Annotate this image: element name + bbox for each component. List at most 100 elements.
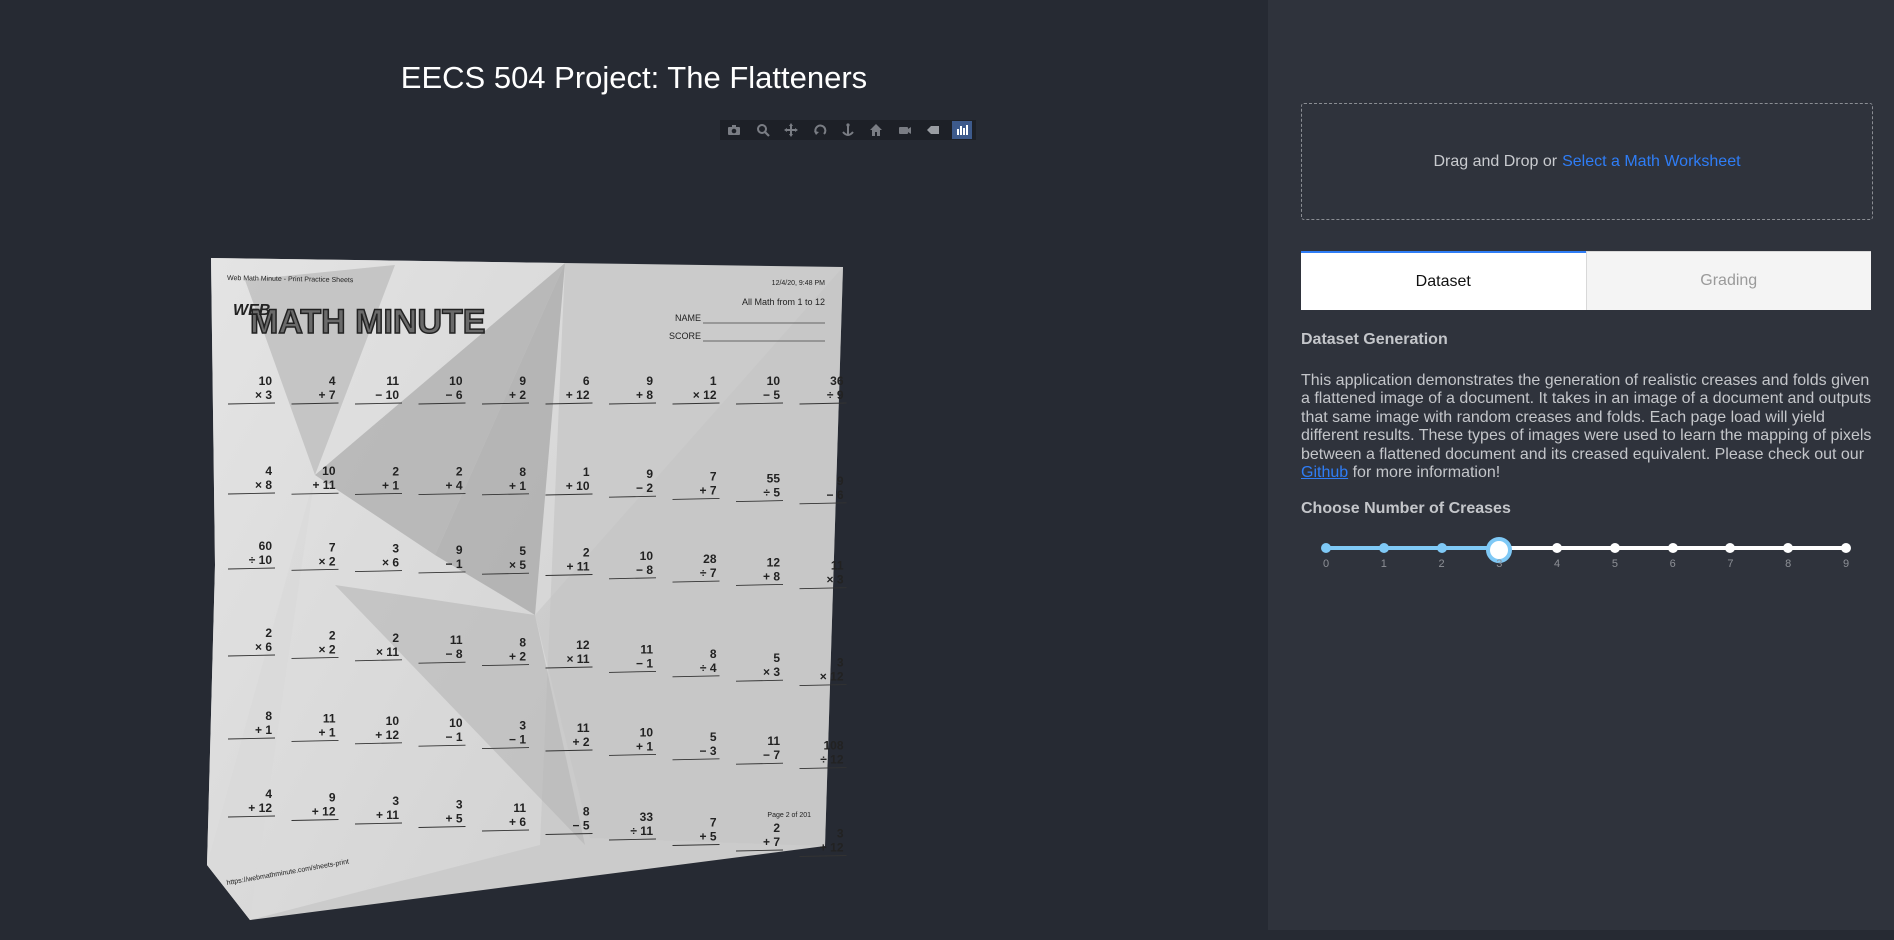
slider-mark-9[interactable]: 9 xyxy=(1843,558,1849,570)
problem-top: 5 xyxy=(773,651,780,665)
problem-top: 9 xyxy=(646,374,653,388)
problem-bottom: ÷ 12 xyxy=(820,753,844,767)
github-link[interactable]: Github xyxy=(1301,464,1348,481)
problem-bottom: − 6 xyxy=(445,388,462,402)
problem-top: 10 xyxy=(449,716,463,730)
slider-mark-2[interactable]: 2 xyxy=(1438,558,1444,570)
orbit-icon[interactable] xyxy=(810,121,830,139)
problem-bottom: + 12 xyxy=(312,805,336,819)
description-text: This application demonstrates the genera… xyxy=(1301,372,1872,463)
problem-bottom: − 5 xyxy=(763,388,780,402)
problem-top: 3 xyxy=(456,798,463,812)
slider-mark-0[interactable]: 0 xyxy=(1323,558,1329,570)
zoom-icon[interactable] xyxy=(753,121,773,139)
problem-bottom: ÷ 10 xyxy=(249,553,273,567)
problem-bottom: + 6 xyxy=(509,815,526,829)
problem-top: 3 xyxy=(392,542,399,556)
slider-mark-8[interactable]: 8 xyxy=(1785,558,1791,570)
creases-slider[interactable]: 0 1 2 3 4 5 6 7 8 9 xyxy=(1321,532,1851,572)
problem-bottom: + 1 xyxy=(255,723,272,737)
problem-bottom: + 8 xyxy=(636,388,653,402)
slider-dot-7[interactable] xyxy=(1725,543,1736,553)
pan-icon[interactable] xyxy=(781,121,801,139)
turntable-icon[interactable] xyxy=(838,121,858,139)
problem-top: 9 xyxy=(837,474,844,488)
slider-dot-5[interactable] xyxy=(1609,543,1620,553)
problem-bottom: + 2 xyxy=(509,388,526,402)
problem-bottom: + 11 xyxy=(566,560,589,574)
problem-bottom: + 1 xyxy=(318,725,335,739)
home-icon[interactable] xyxy=(866,121,886,139)
problem-top: 12 xyxy=(576,638,590,652)
worksheet-logo: MATH MINUTE xyxy=(250,303,485,341)
problem-bottom: − 2 xyxy=(636,481,653,495)
problem-bottom: − 5 xyxy=(572,819,589,833)
problem-bottom: + 4 xyxy=(445,479,462,493)
problem-top: 10 xyxy=(640,549,654,563)
problem-top: 11 xyxy=(386,374,399,388)
problem-bottom: − 1 xyxy=(509,733,526,747)
slider-dot-6[interactable] xyxy=(1667,543,1678,553)
slider-dot-8[interactable] xyxy=(1783,543,1794,553)
slider-dot-0[interactable] xyxy=(1321,543,1331,553)
problem-top: 7 xyxy=(710,469,717,483)
camera-icon[interactable] xyxy=(724,121,744,139)
problem-top: 10 xyxy=(322,464,336,478)
problem-bottom: + 10 xyxy=(566,479,590,493)
description-tail: for more information! xyxy=(1352,464,1501,482)
problem-top: 2 xyxy=(392,631,399,645)
problem-bottom: × 2 xyxy=(318,642,335,656)
select-worksheet-link[interactable]: Select a Math Worksheet xyxy=(1562,153,1740,171)
problem-top: 12 xyxy=(767,555,781,569)
problem-top: 108 xyxy=(823,739,843,753)
problem-top: 55 xyxy=(767,472,781,486)
problem-top: 10 xyxy=(767,374,781,388)
problem-bottom: + 12 xyxy=(566,388,590,402)
slider-mark-4[interactable]: 4 xyxy=(1554,558,1560,570)
problem-bottom: × 6 xyxy=(382,556,399,570)
problem-top: 3 xyxy=(837,656,844,670)
problem-bottom: + 7 xyxy=(699,483,716,497)
problem-bottom: ÷ 9 xyxy=(827,388,844,402)
problem-bottom: × 5 xyxy=(509,558,526,572)
problem-bottom: × 11 xyxy=(376,645,399,659)
slider-mark-3[interactable]: 3 xyxy=(1496,558,1502,570)
reset-camera-icon[interactable] xyxy=(895,121,915,139)
problem-bottom: + 2 xyxy=(572,735,589,749)
slider-dot-4[interactable] xyxy=(1552,543,1563,553)
problem-bottom: + 2 xyxy=(509,650,526,664)
problem-top: 11 xyxy=(831,559,844,573)
problem-top: 60 xyxy=(259,539,273,553)
problem-bottom: × 8 xyxy=(255,478,272,492)
problem-top: 2 xyxy=(456,465,463,479)
problem-bottom: ÷ 5 xyxy=(763,486,780,500)
tab-dataset[interactable]: Dataset xyxy=(1301,251,1586,310)
slider-dot-9[interactable] xyxy=(1841,543,1851,553)
slider-mark-7[interactable]: 7 xyxy=(1727,558,1733,570)
upload-dropzone[interactable]: Drag and Drop or Select a Math Worksheet xyxy=(1301,103,1873,220)
worksheet-logo-web: WEB xyxy=(233,302,270,319)
slider-dot-2[interactable] xyxy=(1436,543,1447,553)
problem-bottom: + 1 xyxy=(509,479,526,493)
problem-top: 10 xyxy=(640,725,654,739)
problem-top: 2 xyxy=(329,628,336,642)
graph-area: EECS 504 Project: The Flatteners Web Mat… xyxy=(0,0,1268,930)
tab-grading[interactable]: Grading xyxy=(1585,251,1871,310)
problem-top: 8 xyxy=(519,636,526,650)
problem-bottom: − 1 xyxy=(445,557,462,571)
slider-dot-1[interactable] xyxy=(1378,543,1389,553)
problem-bottom: − 3 xyxy=(699,744,716,758)
problem-top: 9 xyxy=(456,543,463,557)
slider-mark-6[interactable]: 6 xyxy=(1670,558,1676,570)
problem-top: 10 xyxy=(449,374,463,388)
problem-top: 10 xyxy=(259,374,273,388)
problem-bottom: − 1 xyxy=(445,730,462,744)
problem-top: 2 xyxy=(583,546,590,560)
slider-mark-1[interactable]: 1 xyxy=(1381,558,1387,570)
plotly-logo-icon[interactable] xyxy=(951,121,972,139)
hover-icon[interactable] xyxy=(923,121,943,139)
problem-bottom: − 1 xyxy=(636,656,653,670)
upload-text: Drag and Drop or xyxy=(1433,152,1558,170)
problem-top: 3 xyxy=(837,827,844,841)
slider-mark-5[interactable]: 5 xyxy=(1612,558,1618,570)
